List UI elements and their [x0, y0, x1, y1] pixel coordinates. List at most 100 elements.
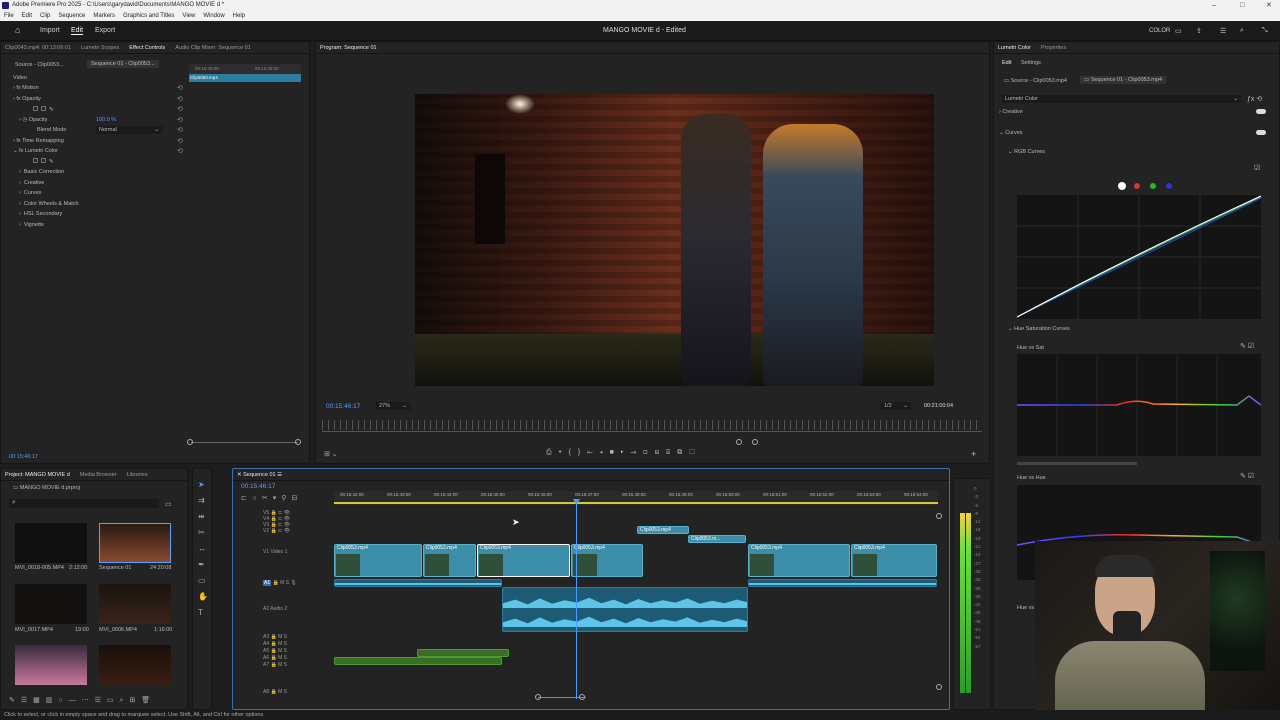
step-back-icon[interactable]: ◂: [600, 449, 610, 456]
lumetri-sequence-tab[interactable]: ▭ Sequence 01 - Clip0053.mp4: [1080, 76, 1166, 84]
thumbnail-clip-dark[interactable]: [99, 645, 171, 685]
selection-tool-icon[interactable]: ➤: [198, 477, 208, 493]
effect-controls-timecode[interactable]: 00:15:46:17: [9, 454, 38, 460]
audio-clip-green-1[interactable]: [334, 657, 502, 665]
program-time-ruler[interactable]: [322, 420, 982, 430]
tab-sequence-01[interactable]: ✕ Sequence 01 ☰: [237, 472, 282, 478]
home-icon[interactable]: ⌂: [15, 25, 20, 35]
tab-media-browser[interactable]: Media Browser: [80, 472, 117, 478]
program-zoom-handle-right[interactable]: [752, 439, 758, 445]
clip-v1-selected[interactable]: Clip0053.mp4: [477, 544, 570, 577]
import-tab[interactable]: Import: [40, 27, 60, 34]
zoom-dropdown[interactable]: 27% ⌄: [376, 402, 410, 410]
tab-project[interactable]: Project: MANGO MOVIE d: [5, 472, 70, 478]
menu-sequence[interactable]: Sequence: [58, 11, 85, 21]
red-channel-dot[interactable]: [1134, 183, 1140, 189]
track-select-icon[interactable]: ⇉: [198, 493, 208, 509]
playhead[interactable]: [576, 499, 577, 699]
audio-clip-a2[interactable]: [502, 587, 748, 632]
menu-markers[interactable]: Markers: [93, 11, 115, 21]
razor-tool-icon[interactable]: ✂: [198, 525, 208, 541]
thumbnail-mvi-0017[interactable]: [15, 584, 87, 624]
hue-sat-range-slider[interactable]: [1017, 462, 1137, 465]
sequence-selector[interactable]: Sequence 01 - Clip0053...: [87, 60, 159, 68]
type-tool-icon[interactable]: T: [198, 605, 208, 621]
lumetri-settings-tab[interactable]: Settings: [1021, 60, 1041, 66]
clip-v1-2[interactable]: Clip0053.mp4: [423, 544, 476, 577]
menu-clip[interactable]: Clip: [40, 11, 50, 21]
track-a3-header[interactable]: A3 🔒 M S: [263, 634, 359, 640]
hue-sat-curves-section[interactable]: ⌄ Hue Saturation Curves: [1008, 326, 1070, 332]
step-forward-icon[interactable]: ▸: [621, 449, 631, 456]
workspace-label[interactable]: COLOR: [1149, 28, 1170, 34]
export-frame-icon[interactable]: ⎙: [546, 449, 559, 456]
zoom-scrollbar[interactable]: [191, 442, 298, 443]
tab-libraries[interactable]: Libraries: [126, 472, 147, 478]
pen-tool-icon[interactable]: ✒: [198, 557, 208, 573]
menu-graphics[interactable]: Graphics and Titles: [123, 11, 174, 21]
time-remapping-effect[interactable]: › fx Time Remapping: [13, 138, 64, 144]
scroll-handle-right[interactable]: [295, 439, 301, 445]
hue-vs-sat-graph[interactable]: [1017, 354, 1261, 456]
program-timecode[interactable]: 00:15:46:17: [326, 403, 360, 410]
clip-v1-4[interactable]: Clip0053.mp4: [571, 544, 643, 577]
camera-icon[interactable]: ⌸: [666, 449, 677, 456]
lumetri-creative-section[interactable]: › Creative: [999, 109, 1023, 115]
program-scrub-bar[interactable]: [322, 431, 982, 432]
go-to-out-icon[interactable]: ⇥: [631, 449, 644, 456]
program-zoom-handle-left[interactable]: [736, 439, 742, 445]
hsl-secondary-item[interactable]: › HSL Secondary: [19, 211, 62, 217]
add-button-icon[interactable]: +: [971, 449, 976, 459]
search-icon[interactable]: ⌕: [1240, 27, 1244, 35]
lumetri-effect[interactable]: ⌄ fx Lumetri Color: [13, 148, 58, 154]
thumbnail-clip-pink[interactable]: [15, 645, 87, 685]
motion-effect[interactable]: › fx Motion: [13, 85, 39, 91]
timeline-timecode[interactable]: 00:15:46:17: [241, 483, 275, 490]
timeline-tools[interactable]: ⊏∩✂▾⚲⊟: [241, 494, 302, 502]
creative-item[interactable]: › Creative: [19, 180, 44, 186]
track-v2-header[interactable]: V2 🔒 ⊏ 👁: [263, 528, 359, 534]
project-search-input[interactable]: ⌕: [9, 499, 159, 508]
vertical-scroll-handle[interactable]: [936, 513, 942, 519]
minimize-icon[interactable]: –: [1212, 0, 1216, 11]
lumetri-source-tab[interactable]: ▭ Source - Clip0053.mp4: [1004, 78, 1067, 84]
fx-toggle-icon[interactable]: ƒx ⟲: [1247, 95, 1262, 103]
basic-correction-item[interactable]: › Basic Correction: [19, 169, 64, 175]
menu-window[interactable]: Window: [203, 11, 224, 21]
creative-toggle[interactable]: [1256, 109, 1266, 114]
tab-audio-clip-mixer[interactable]: Audio Clip Mixer: Sequence 01: [175, 45, 251, 51]
overwrite-icon[interactable]: ⊟: [655, 449, 666, 456]
mark-in-icon[interactable]: {: [569, 449, 578, 456]
menu-file[interactable]: File: [4, 11, 14, 21]
insert-icon[interactable]: ⊡: [643, 449, 654, 456]
maximize-icon[interactable]: □: [1240, 0, 1244, 11]
rect-mask-icon[interactable]: [41, 106, 46, 111]
menu-view[interactable]: View: [182, 11, 195, 21]
hand-tool-icon[interactable]: ✋: [198, 589, 208, 605]
clip-v2-a[interactable]: Clip0053.mp4: [637, 526, 689, 534]
rgb-curves-section[interactable]: ⌄ RGB Curves: [1008, 149, 1045, 155]
project-footer-tools[interactable]: ✎☰▦▥○—⋯☰▭⌕⊞🗑: [9, 696, 156, 705]
rgb-curves-checkbox[interactable]: ☑: [1254, 164, 1260, 172]
track-a2-header[interactable]: A2 Audio 2: [263, 606, 359, 612]
source-selector[interactable]: Source - Clip0053...: [15, 62, 64, 68]
mark-out-icon[interactable]: }: [578, 449, 587, 456]
clip-v1-5[interactable]: Clip0053.mp4: [748, 544, 850, 577]
color-wheels-item[interactable]: › Color Wheels & Match: [19, 201, 79, 207]
workspaces-icon[interactable]: ▭: [1175, 27, 1182, 35]
ripple-edit-icon[interactable]: ⇹: [198, 509, 208, 525]
menu-edit[interactable]: Edit: [22, 11, 32, 21]
menu-help[interactable]: Help: [233, 11, 245, 21]
clip-v2-b[interactable]: Clip0053.m...: [688, 535, 746, 543]
curves-toggle[interactable]: [1256, 130, 1266, 135]
vignette-item[interactable]: › Vignette: [19, 222, 44, 228]
thumbnail-sequence-01[interactable]: [99, 523, 171, 563]
video-preview-frame[interactable]: [415, 94, 934, 386]
settings-icon[interactable]: ⊞ ⌄: [324, 450, 338, 458]
tab-source-clip[interactable]: Clip0043.mp4: 00:13:06:01: [5, 45, 71, 51]
rect-mask-icon[interactable]: [41, 158, 46, 163]
track-a8-header[interactable]: A8 🔒 M S: [263, 689, 359, 695]
slip-tool-icon[interactable]: ↔: [198, 541, 208, 557]
tab-properties[interactable]: Properties: [1041, 45, 1066, 51]
resolution-dropdown[interactable]: 1/2 ⌄: [881, 402, 911, 410]
